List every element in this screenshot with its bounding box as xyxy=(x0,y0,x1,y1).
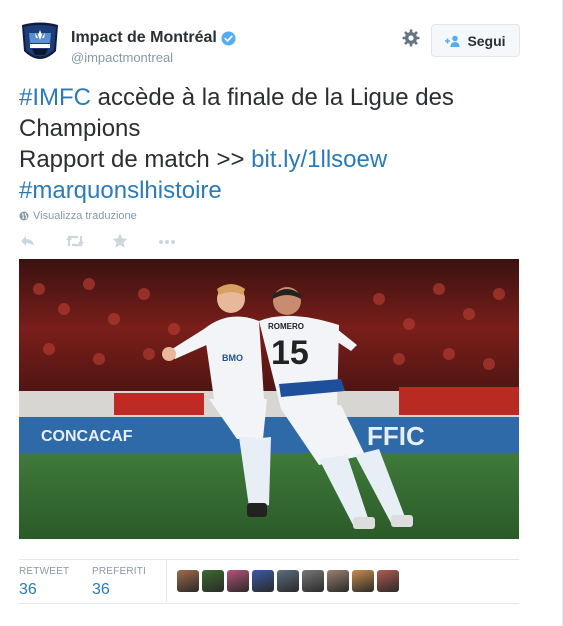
retweet-stat-count: 36 xyxy=(19,581,37,598)
favoriter-avatar[interactable] xyxy=(252,570,274,592)
board-left-text: CONCACAF xyxy=(41,428,133,445)
gear-icon[interactable] xyxy=(402,29,420,47)
favorite-star-icon[interactable] xyxy=(111,232,129,250)
more-options-icon[interactable] xyxy=(157,232,177,250)
verified-badge-icon xyxy=(221,30,236,46)
soccer-celebration-photo-icon: CONCACAF FFIC BMO ROMERO 15 xyxy=(19,259,519,539)
tweet-photo[interactable]: CONCACAF FFIC BMO ROMERO 15 xyxy=(19,259,519,539)
tweet-card: Impact de Montréal @impactmontreal Segui… xyxy=(0,0,563,626)
jersey-sponsor: BMO xyxy=(222,353,243,363)
stats-separator xyxy=(166,560,167,602)
jersey-number: 15 xyxy=(271,334,309,372)
tweet-actions xyxy=(19,232,219,250)
retweet-stat[interactable]: RETWEET 36 xyxy=(19,566,69,599)
hashtag-imfc-link[interactable]: #IMFC xyxy=(19,84,91,111)
stats-bottom-divider xyxy=(19,603,519,604)
favorites-stat-count: 36 xyxy=(92,581,110,598)
add-user-icon xyxy=(445,35,460,47)
tweet-text-line2: Rapport de match >> xyxy=(19,146,252,173)
jersey-name: ROMERO xyxy=(268,322,304,331)
favoriter-avatar[interactable] xyxy=(352,570,374,592)
globe-icon xyxy=(19,211,29,221)
tweet-header: Impact de Montréal @impactmontreal Segui xyxy=(19,21,539,71)
favoriter-avatar[interactable] xyxy=(377,570,399,592)
account-display-name[interactable]: Impact de Montréal xyxy=(71,29,217,47)
account-handle[interactable]: @impactmontreal xyxy=(71,50,236,65)
favoriter-avatars xyxy=(177,570,399,592)
follow-button[interactable]: Segui xyxy=(431,24,520,57)
favoriter-avatar[interactable] xyxy=(302,570,324,592)
follow-button-label: Segui xyxy=(467,32,506,49)
translate-label: Visualizza traduzione xyxy=(33,210,137,222)
favoriter-avatar[interactable] xyxy=(327,570,349,592)
favoriter-avatar[interactable] xyxy=(202,570,224,592)
retweet-stat-label: RETWEET xyxy=(19,566,70,577)
match-report-link[interactable]: bit.ly/1llsoew xyxy=(251,146,387,173)
retweet-icon[interactable] xyxy=(65,232,85,250)
impact-montreal-logo-icon[interactable] xyxy=(19,21,61,65)
tweet-text: #IMFC accède à la finale de la Ligue des… xyxy=(19,82,539,206)
favoriter-avatar[interactable] xyxy=(177,570,199,592)
reply-icon[interactable] xyxy=(19,232,37,250)
tweet-stats: RETWEET 36 PREFERITI 36 xyxy=(19,560,519,604)
hashtag-marquonslhistoire-link[interactable]: #marquonslhistoire xyxy=(19,177,222,204)
favorites-stat[interactable]: PREFERITI 36 xyxy=(92,566,146,599)
favorites-stat-label: PREFERITI xyxy=(92,566,147,577)
translate-link[interactable]: Visualizza traduzione xyxy=(19,210,137,222)
board-right-text: FFIC xyxy=(367,421,425,451)
account-display-name-row[interactable]: Impact de Montréal xyxy=(71,29,236,47)
favoriter-avatar[interactable] xyxy=(277,570,299,592)
favoriter-avatar[interactable] xyxy=(227,570,249,592)
account-names: Impact de Montréal @impactmontreal xyxy=(71,29,236,65)
